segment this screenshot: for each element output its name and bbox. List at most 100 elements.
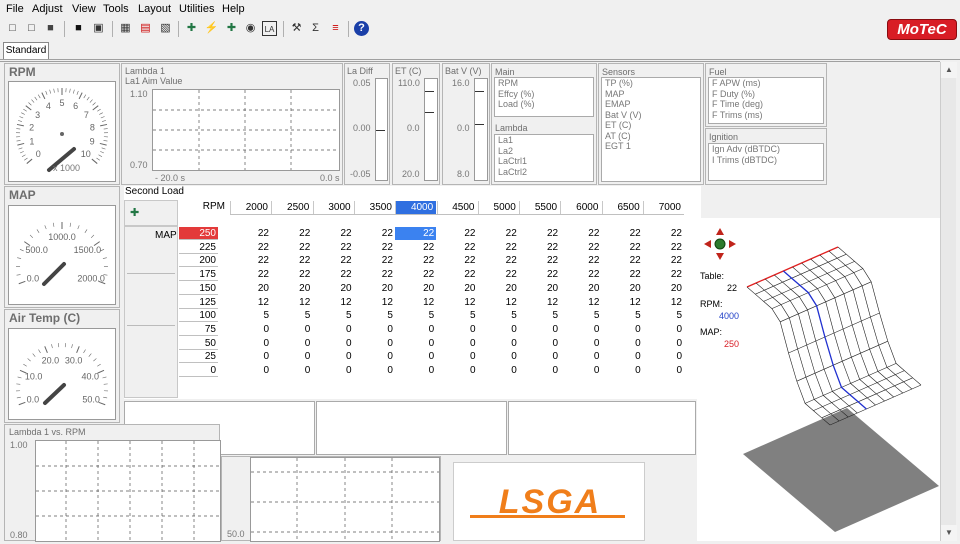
table-cell[interactable]: 0 (437, 350, 478, 363)
chart-icon[interactable]: ▤ (138, 21, 153, 36)
table-cell[interactable]: 22 (313, 254, 354, 267)
table-cell[interactable]: 22 (437, 254, 478, 267)
list-item[interactable]: Bat V (V) (602, 110, 700, 121)
table-cell[interactable]: 0 (478, 350, 519, 363)
table-cell[interactable]: 12 (230, 296, 271, 309)
rpm-header-cell[interactable]: 3000 (313, 201, 354, 214)
list-item[interactable]: EMAP (602, 99, 700, 110)
table-cell[interactable]: 0 (230, 337, 271, 350)
list-item[interactable]: AT (C) (602, 131, 700, 142)
table-cell[interactable]: 22 (437, 241, 478, 254)
table-cell[interactable]: 0 (519, 364, 560, 377)
sigma-icon[interactable]: Σ (308, 21, 323, 36)
rpm-header-cell[interactable]: 4000 (395, 201, 436, 214)
table-cell[interactable]: 0 (602, 364, 643, 377)
menu-layout[interactable]: Layout (138, 3, 171, 15)
table-cell[interactable]: 22 (230, 241, 271, 254)
scroll-down-icon[interactable]: ▼ (941, 525, 957, 541)
rpm-header-cell[interactable]: 5000 (478, 201, 519, 214)
table-cell[interactable]: 20 (313, 282, 354, 295)
table-cell[interactable]: 22 (519, 268, 560, 281)
table-cell[interactable]: 12 (354, 296, 395, 309)
table-cell[interactable]: 20 (602, 282, 643, 295)
list-item[interactable]: Load (%) (495, 99, 593, 110)
table-icon[interactable]: ▦ (118, 21, 133, 36)
table-cell[interactable]: 20 (560, 282, 601, 295)
table-cell[interactable]: 22 (478, 227, 519, 240)
table-cell[interactable]: 12 (313, 296, 354, 309)
table-cell[interactable]: 5 (313, 309, 354, 322)
table-cell[interactable]: 0 (271, 323, 312, 336)
menu-file[interactable]: File (6, 3, 24, 15)
map-header-cell[interactable]: 200 (179, 254, 218, 267)
table-cell[interactable]: 0 (519, 323, 560, 336)
rpm-header-cell[interactable]: 7000 (643, 201, 684, 214)
map-header-cell[interactable]: 175 (179, 268, 218, 281)
sensors-list[interactable]: TP (%) MAP EMAP Bat V (V) ET (C) AT (C) … (601, 77, 701, 182)
list-item[interactable]: MAP (602, 89, 700, 100)
table-cell[interactable]: 20 (478, 282, 519, 295)
table-cell[interactable]: 20 (643, 282, 684, 295)
table-cell[interactable]: 5 (519, 309, 560, 322)
rpm-header-cell[interactable]: 5500 (519, 201, 560, 214)
table-cell[interactable]: 0 (230, 323, 271, 336)
rpm-header-cell[interactable]: 6000 (560, 201, 601, 214)
table-cell[interactable]: 22 (271, 241, 312, 254)
table-cell[interactable]: 12 (519, 296, 560, 309)
folder-icon[interactable]: ■ (43, 21, 58, 36)
table-cell[interactable]: 0 (395, 350, 436, 363)
table-cell[interactable]: 22 (478, 241, 519, 254)
menu-adjust[interactable]: Adjust (32, 3, 63, 15)
table-cell[interactable]: 0 (230, 350, 271, 363)
table-cell[interactable]: 0 (643, 337, 684, 350)
lambda-list[interactable]: La1 La2 LaCtrl1 LaCtrl2 (494, 134, 594, 182)
table-cell[interactable]: 22 (643, 227, 684, 240)
table-cell[interactable]: 22 (395, 268, 436, 281)
table-cell[interactable]: 0 (354, 323, 395, 336)
table-cell[interactable]: 0 (313, 323, 354, 336)
table-cell[interactable]: 0 (271, 364, 312, 377)
list-item[interactable]: ET (C) (602, 120, 700, 131)
table-cell[interactable]: 5 (354, 309, 395, 322)
table-cell[interactable]: 22 (643, 254, 684, 267)
save-icon[interactable]: ■ (71, 21, 86, 36)
table-cell[interactable]: 5 (602, 309, 643, 322)
table-cell[interactable]: 0 (271, 350, 312, 363)
table-cell[interactable]: 0 (643, 350, 684, 363)
main-list[interactable]: RPM Effcy (%) Load (%) (494, 77, 594, 117)
open-icon[interactable]: □ (24, 21, 39, 36)
table-cell[interactable]: 22 (354, 227, 395, 240)
table-cell[interactable]: 5 (230, 309, 271, 322)
table-cell[interactable]: 22 (437, 268, 478, 281)
table-cell[interactable]: 22 (354, 254, 395, 267)
table-cell[interactable]: 0 (602, 337, 643, 350)
table-cell[interactable]: 20 (354, 282, 395, 295)
table-cell[interactable]: 0 (437, 337, 478, 350)
wand-icon[interactable]: ✚ (224, 21, 239, 36)
map-header-cell[interactable]: 125 (179, 296, 218, 309)
table-cell[interactable]: 22 (437, 227, 478, 240)
rpm-header-cell[interactable]: 3500 (354, 201, 395, 214)
table-cell[interactable]: 20 (395, 282, 436, 295)
vertical-scrollbar[interactable]: ▲ ▼ (940, 62, 956, 541)
ignition-list[interactable]: Ign Adv (dBTDC) I Trims (dBTDC) (708, 143, 824, 181)
target-icon[interactable]: ◉ (243, 21, 258, 36)
map-header-cell[interactable]: 25 (179, 350, 218, 363)
rpm-header-cell[interactable]: 6500 (602, 201, 643, 214)
table-cell[interactable]: 20 (437, 282, 478, 295)
table-cell[interactable]: 22 (602, 241, 643, 254)
table-cell[interactable]: 12 (395, 296, 436, 309)
menu-utilities[interactable]: Utilities (179, 3, 214, 15)
table-cell[interactable]: 0 (271, 337, 312, 350)
table-cell[interactable]: 22 (354, 268, 395, 281)
table-cell[interactable]: 22 (271, 227, 312, 240)
list-item[interactable]: EGT 1 (602, 141, 700, 152)
map-header-cell[interactable]: 250 (179, 227, 218, 240)
table-cell[interactable]: 22 (560, 254, 601, 267)
list-item[interactable]: I Trims (dBTDC) (709, 155, 823, 166)
table-cell[interactable]: 0 (602, 323, 643, 336)
table-cell[interactable]: 5 (271, 309, 312, 322)
list-item[interactable]: F APW (ms) (709, 78, 823, 89)
list-item[interactable]: LaCtrl1 (495, 156, 593, 167)
table-cell[interactable]: 5 (437, 309, 478, 322)
